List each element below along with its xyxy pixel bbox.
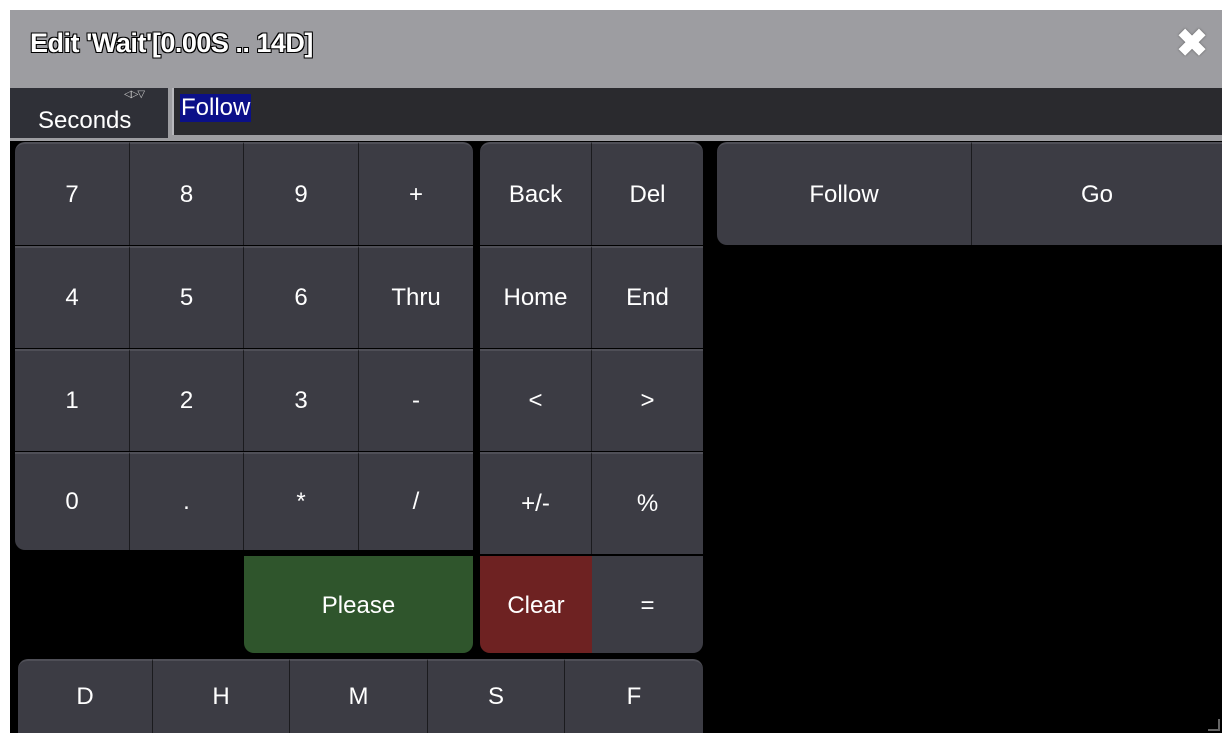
title-bar[interactable]: Edit 'Wait'[0.00S .. 14D] ✖ [10,10,1222,79]
value-input[interactable]: Follow [172,88,1222,135]
key-plus[interactable]: + [359,142,473,245]
unit-h-button[interactable]: H [153,659,290,733]
please-button[interactable]: Please [244,556,473,653]
key-5[interactable]: 5 [130,246,244,348]
plus-minus-button[interactable]: +/- [480,452,592,554]
equals-button[interactable]: = [592,556,703,653]
key-minus[interactable]: - [359,349,473,451]
unit-s-button[interactable]: S [428,659,565,733]
edit-wait-dialog: Edit 'Wait'[0.00S .. 14D] ✖ ◁▷▽ Seconds … [10,10,1222,733]
key-1[interactable]: 1 [15,349,130,451]
input-value: Follow [180,94,252,122]
unit-m-button[interactable]: M [290,659,428,733]
unit-f-button[interactable]: F [565,659,703,733]
resize-handle[interactable] [1208,719,1220,731]
key-6[interactable]: 6 [244,246,359,348]
key-4[interactable]: 4 [15,246,130,348]
unit-d-button[interactable]: D [18,659,153,733]
key-decimal[interactable]: . [130,452,244,550]
cursor-left-button[interactable]: < [480,349,592,451]
unit-arrows-icon: ◁▷▽ [124,89,145,100]
input-bar: ◁▷▽ Seconds Follow [10,79,1222,141]
key-7[interactable]: 7 [15,142,130,245]
clear-button[interactable]: Clear [480,556,592,653]
key-thru[interactable]: Thru [359,246,473,348]
del-button[interactable]: Del [592,142,703,245]
follow-button[interactable]: Follow [717,142,972,245]
unit-selector[interactable]: ◁▷▽ Seconds [10,88,168,138]
go-button[interactable]: Go [972,142,1222,245]
key-divide[interactable]: / [359,452,473,550]
home-button[interactable]: Home [480,246,592,348]
percent-button[interactable]: % [592,452,703,554]
dialog-title: Edit 'Wait'[0.00S .. 14D] [30,28,313,58]
key-0[interactable]: 0 [15,452,130,550]
unit-label: Seconds [38,107,132,134]
key-2[interactable]: 2 [130,349,244,451]
close-icon[interactable]: ✖ [1172,24,1212,64]
key-8[interactable]: 8 [130,142,244,245]
end-button[interactable]: End [592,246,703,348]
key-multiply[interactable]: * [244,452,359,550]
cursor-right-button[interactable]: > [592,349,703,451]
back-button[interactable]: Back [480,142,592,245]
key-9[interactable]: 9 [244,142,359,245]
key-3[interactable]: 3 [244,349,359,451]
